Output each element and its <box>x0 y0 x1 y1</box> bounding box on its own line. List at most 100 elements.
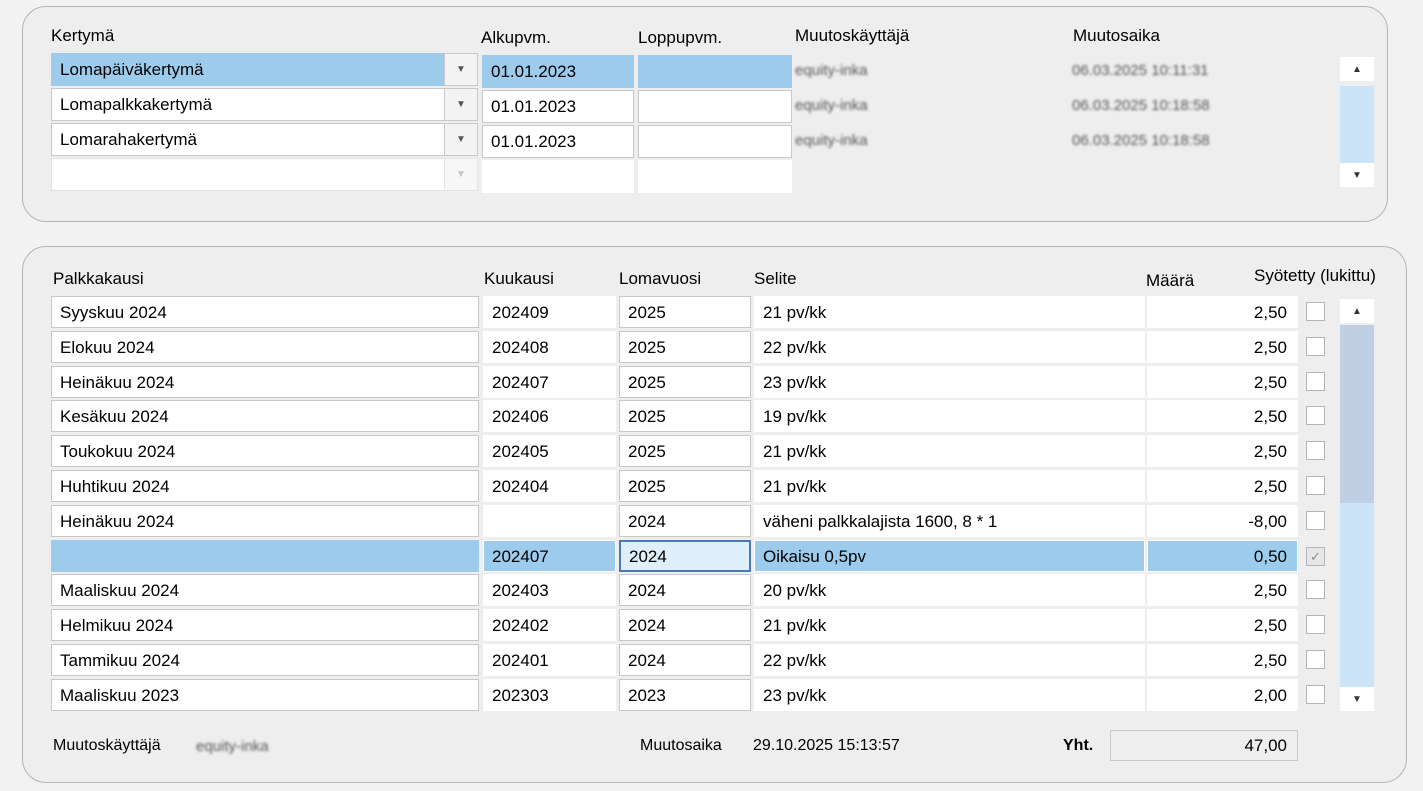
kuukausi-field[interactable]: 202409 <box>483 296 616 328</box>
palkkakausi-field[interactable] <box>51 539 479 572</box>
lomavuosi-field[interactable]: 2024 <box>619 539 751 572</box>
kuukausi-field[interactable]: 202408 <box>483 330 616 363</box>
lomavuosi-field[interactable]: 2024 <box>619 504 751 537</box>
maara-field[interactable]: 2,50 <box>1147 365 1298 398</box>
kuukausi-field[interactable]: 202407 <box>483 365 616 398</box>
lomavuosi-field[interactable]: 2025 <box>619 435 751 468</box>
lomavuosi-field[interactable]: 2023 <box>619 678 751 711</box>
kuukausi-field[interactable] <box>483 504 616 537</box>
lomavuosi-field[interactable]: 2025 <box>619 400 751 433</box>
maara-field[interactable]: 2,50 <box>1147 435 1298 468</box>
alkupvm-field[interactable]: 01.01.2023 <box>482 55 634 88</box>
loppupvm-field[interactable] <box>638 125 792 158</box>
chevron-down-icon[interactable]: ▼ <box>444 88 478 121</box>
checkbox-icon[interactable]: ✓ <box>1306 546 1325 566</box>
maara-field[interactable]: 0,50 <box>1147 539 1298 572</box>
kuukausi-field[interactable]: 202404 <box>483 470 616 502</box>
maara-field[interactable]: 2,50 <box>1147 296 1298 328</box>
maara-field[interactable]: 2,50 <box>1147 574 1298 607</box>
selite-field[interactable]: 21 pv/kk <box>754 296 1145 328</box>
kuukausi-field[interactable]: 202407 <box>483 539 616 572</box>
checkbox-icon[interactable] <box>1306 684 1325 704</box>
kertyma-select[interactable]: Lomapalkkakertymä <box>51 88 445 121</box>
lomavuosi-field[interactable]: 2025 <box>619 470 751 502</box>
palkkakausi-field[interactable]: Toukokuu 2024 <box>51 435 479 468</box>
selite-field[interactable]: 20 pv/kk <box>754 574 1145 607</box>
chevron-down-icon[interactable]: ▼ <box>444 53 478 86</box>
chevron-down-icon[interactable]: ▼ <box>444 158 478 191</box>
selite-field[interactable]: Oikaisu 0,5pv <box>754 539 1145 572</box>
kuukausi-field[interactable]: 202401 <box>483 644 616 676</box>
selite-field[interactable]: 23 pv/kk <box>754 365 1145 398</box>
alkupvm-field[interactable]: 01.01.2023 <box>482 125 634 158</box>
selite-field[interactable]: 23 pv/kk <box>754 678 1145 711</box>
total-label: Yht. <box>1063 737 1094 754</box>
kuukausi-field[interactable]: 202403 <box>483 574 616 607</box>
palkkakausi-field[interactable]: Syyskuu 2024 <box>51 296 479 328</box>
alkupvm-field[interactable]: 01.01.2023 <box>482 90 634 123</box>
scrollbar-track[interactable] <box>1340 86 1374 165</box>
loppupvm-field[interactable] <box>638 90 792 123</box>
accrual-scrollbar[interactable]: ▲ ▼ <box>1340 57 1374 187</box>
lomavuosi-field[interactable]: 2024 <box>619 644 751 676</box>
chevron-down-icon[interactable]: ▼ <box>444 123 478 156</box>
lomavuosi-field[interactable]: 2025 <box>619 330 751 363</box>
palkkakausi-field[interactable]: Maaliskuu 2024 <box>51 574 479 607</box>
alkupvm-field[interactable] <box>482 160 634 193</box>
selite-field[interactable]: 21 pv/kk <box>754 435 1145 468</box>
palkkakausi-field[interactable]: Heinäkuu 2024 <box>51 504 479 537</box>
selite-field[interactable]: väheni palkkalajista 1600, 8 * 1 <box>754 504 1145 537</box>
kuukausi-field[interactable]: 202402 <box>483 609 616 642</box>
palkkakausi-field[interactable]: Heinäkuu 2024 <box>51 365 479 398</box>
header-muutoskayttaja: Muutoskäyttäjä <box>795 26 910 45</box>
checkbox-icon[interactable] <box>1306 580 1325 600</box>
palkkakausi-field[interactable]: Huhtikuu 2024 <box>51 470 479 502</box>
checkbox-icon[interactable] <box>1306 650 1325 669</box>
lomavuosi-field[interactable]: 2025 <box>619 296 751 328</box>
checkbox-icon[interactable] <box>1306 371 1325 391</box>
palkkakausi-field[interactable]: Helmikuu 2024 <box>51 609 479 642</box>
checkbox-icon[interactable] <box>1306 510 1325 530</box>
arrow-up-icon[interactable]: ▲ <box>1340 299 1374 323</box>
selite-field[interactable]: 22 pv/kk <box>754 644 1145 676</box>
arrow-down-icon[interactable]: ▼ <box>1340 687 1374 711</box>
palkkakausi-field[interactable]: Maaliskuu 2023 <box>51 678 479 711</box>
kuukausi-field[interactable]: 202406 <box>483 400 616 433</box>
header-alkupvm: Alkupvm. <box>481 28 551 47</box>
checkbox-icon[interactable] <box>1306 302 1325 321</box>
maara-field[interactable]: -8,00 <box>1147 504 1298 537</box>
maara-field[interactable]: 2,50 <box>1147 330 1298 363</box>
entries-scrollbar[interactable]: ▲ ▼ <box>1340 299 1374 713</box>
palkkakausi-field[interactable]: Tammikuu 2024 <box>51 644 479 676</box>
maara-field[interactable]: 2,50 <box>1147 400 1298 433</box>
kertyma-select[interactable]: Lomapäiväkertymä <box>51 53 445 86</box>
arrow-up-icon[interactable]: ▲ <box>1340 57 1374 81</box>
selite-field[interactable]: 21 pv/kk <box>754 470 1145 502</box>
checkbox-icon[interactable] <box>1306 615 1325 635</box>
checkbox-icon[interactable] <box>1306 406 1325 426</box>
maara-field[interactable]: 2,50 <box>1147 470 1298 502</box>
kuukausi-field[interactable]: 202405 <box>483 435 616 468</box>
maara-field[interactable]: 2,50 <box>1147 609 1298 642</box>
header-loppupvm: Loppupvm. <box>638 28 723 47</box>
palkkakausi-field[interactable]: Elokuu 2024 <box>51 330 479 363</box>
selite-field[interactable]: 21 pv/kk <box>754 609 1145 642</box>
maara-field[interactable]: 2,50 <box>1147 644 1298 676</box>
lomavuosi-field[interactable]: 2025 <box>619 365 751 398</box>
kertyma-select[interactable]: Lomarahakertymä <box>51 123 445 156</box>
lomavuosi-field[interactable]: 2024 <box>619 574 751 607</box>
lomavuosi-field[interactable]: 2024 <box>619 609 751 642</box>
loppupvm-field[interactable] <box>638 160 792 193</box>
checkbox-icon[interactable] <box>1306 441 1325 461</box>
kuukausi-field[interactable]: 202303 <box>483 678 616 711</box>
kertyma-select[interactable] <box>51 158 445 191</box>
scrollbar-thumb[interactable] <box>1340 325 1374 503</box>
maara-field[interactable]: 2,00 <box>1147 678 1298 711</box>
checkbox-icon[interactable] <box>1306 476 1325 495</box>
selite-field[interactable]: 22 pv/kk <box>754 330 1145 363</box>
arrow-down-icon[interactable]: ▼ <box>1340 163 1374 187</box>
checkbox-icon[interactable] <box>1306 336 1325 356</box>
palkkakausi-field[interactable]: Kesäkuu 2024 <box>51 400 479 433</box>
selite-field[interactable]: 19 pv/kk <box>754 400 1145 433</box>
loppupvm-field[interactable] <box>638 55 792 88</box>
